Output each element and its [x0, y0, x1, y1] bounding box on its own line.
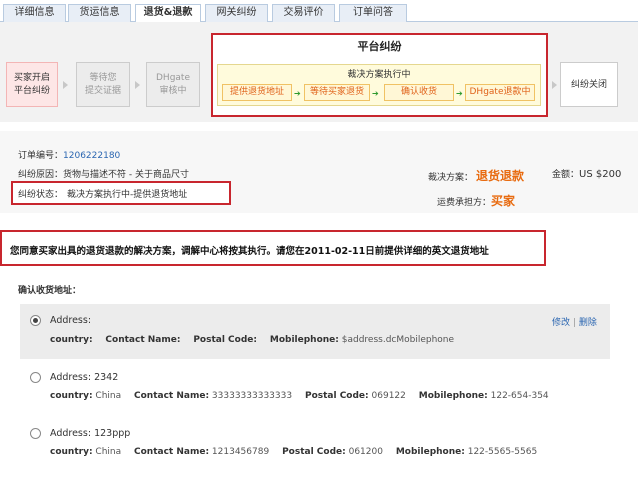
country-value: China: [95, 391, 122, 401]
dispute-status-label: 纠纷状态：: [18, 190, 64, 200]
contact-value: 33333333333333: [211, 391, 293, 401]
address-details: country: Contact Name: Postal Code: Mobi…: [50, 335, 464, 345]
address-key: Address:: [50, 315, 92, 326]
verdict-row: 裁决方案： 退货退款: [428, 167, 524, 184]
address-actions: 修改 | 删除: [552, 315, 597, 328]
step-dhgate-review-line1: DHgate: [156, 73, 190, 83]
postal-key: Postal Code:: [193, 335, 257, 345]
postal-value: 061200: [348, 447, 383, 457]
address-radio[interactable]: [30, 428, 41, 439]
exec-step-confirm-receipt: 确认收货: [384, 84, 454, 101]
shipping-party-value: 买家: [491, 194, 516, 208]
shipping-party-label: 运费承担方：: [437, 198, 492, 208]
tab-review[interactable]: 交易评价: [272, 4, 335, 22]
edit-address-link[interactable]: 修改: [552, 318, 570, 328]
tab-bar: 详细信息 货运信息 退货&退款 网关纠纷 交易评价 订单问答: [0, 0, 638, 23]
step-dhgate-review: DHgate 审核中: [146, 62, 200, 107]
green-arrow-icon: ➔: [456, 89, 463, 98]
amount-value: US $200: [579, 169, 622, 180]
tab-details[interactable]: 详细信息: [3, 4, 66, 22]
dispute-reason-value: 货物与描述不符 - 关于商品尺寸: [63, 170, 189, 180]
address-details: country: China Contact Name: 33333333333…: [50, 391, 559, 401]
step-wait-evidence-line2: 提交证据: [84, 86, 121, 96]
postal-value: 069122: [371, 391, 406, 401]
dispute-status-row: 纠纷状态： 裁决方案执行中-提供退货地址: [18, 187, 187, 200]
mobile-key: Mobilephone:: [395, 447, 465, 457]
tab-order-qa[interactable]: 订单问答: [339, 4, 407, 22]
postal-key: Postal Code:: [282, 447, 346, 457]
step-dispute-closed: 纠纷关闭: [560, 62, 618, 107]
step-wait-evidence: 等待您 提交证据: [76, 62, 130, 107]
country-key: country:: [50, 391, 93, 401]
verdict-label: 裁决方案：: [428, 173, 474, 183]
address-value: 123ppp: [94, 428, 131, 439]
address-key: Address:: [50, 428, 92, 439]
delete-address-link[interactable]: 删除: [579, 318, 597, 328]
dispute-reason-label: 纠纷原因：: [18, 170, 64, 180]
step-buyer-open: 买家开启 平台纠纷: [6, 62, 58, 107]
tab-shipping[interactable]: 货运信息: [68, 4, 131, 22]
mobile-key: Mobilephone:: [269, 335, 339, 345]
address-key: Address:: [50, 372, 92, 383]
country-key: country:: [50, 335, 93, 345]
order-number-row: 订单编号：1206222180: [18, 148, 120, 161]
step-arrow: [63, 81, 68, 89]
amount-label: 金额：: [552, 170, 580, 180]
exec-step-provide-address: 提供退货地址: [222, 84, 292, 101]
contact-key: Contact Name:: [105, 335, 181, 345]
exec-step-wait-return: 等待买家退货: [304, 84, 370, 101]
order-number-link[interactable]: 1206222180: [63, 151, 120, 161]
address-section-title: 确认收货地址：: [18, 286, 82, 296]
contact-key: Contact Name:: [134, 391, 210, 401]
step-dhgate-review-line2: 审核中: [159, 86, 187, 96]
shipping-party-row: 运费承担方：买家: [437, 192, 515, 209]
dispute-reason-row: 纠纷原因：货物与描述不符 - 关于商品尺寸: [18, 167, 189, 180]
step-wait-evidence-line1: 等待您: [89, 73, 117, 83]
step-arrow: [135, 81, 140, 89]
address-details: country: China Contact Name: 1213456789 …: [50, 447, 547, 457]
dispute-status-value: 裁决方案执行中-提供退货地址: [67, 190, 188, 200]
address-item[interactable]: [20, 304, 610, 359]
mobile-value: $address.dcMobilephone: [341, 335, 455, 345]
platform-dispute-title: 平台纠纷: [357, 40, 402, 53]
green-arrow-icon: ➔: [294, 89, 301, 98]
mobile-value: 122-5565-5565: [467, 447, 538, 457]
green-arrow-icon: ➔: [372, 89, 379, 98]
address-line: Address:: [50, 315, 91, 326]
mobile-value: 122-654-354: [490, 391, 549, 401]
verdict-value: 退货退款: [476, 169, 525, 183]
tab-return-refund[interactable]: 退货&退款: [135, 4, 201, 23]
country-key: country:: [50, 447, 93, 457]
address-radio[interactable]: [30, 372, 41, 383]
step-buyer-open-line1: 买家开启: [13, 73, 50, 83]
country-value: China: [95, 447, 122, 457]
order-number-label: 订单编号：: [18, 151, 64, 161]
mobile-key: Mobilephone:: [418, 391, 488, 401]
address-value: 2342: [94, 372, 119, 383]
postal-key: Postal Code:: [304, 391, 369, 401]
action-separator: |: [572, 318, 576, 328]
exec-step-dhgate-refund: DHgate退款中: [465, 84, 535, 101]
contact-key: Contact Name:: [134, 447, 210, 457]
address-line: Address: 123ppp: [50, 428, 130, 439]
amount-row: 金额：US $200: [552, 167, 621, 180]
step-buyer-open-line2: 平台纠纷: [13, 86, 50, 96]
deadline-notice-text: 您同意买家出具的退货退款的解决方案，调解中心将按其执行。请您在2011-02-1…: [10, 246, 489, 257]
address-radio[interactable]: [30, 315, 41, 326]
tab-gateway-dispute[interactable]: 网关纠纷: [205, 4, 268, 22]
step-arrow: [552, 81, 557, 89]
address-line: Address: 2342: [50, 372, 118, 383]
contact-value: 1213456789: [211, 447, 270, 457]
verdict-execution-title: 裁决方案执行中: [347, 70, 411, 80]
